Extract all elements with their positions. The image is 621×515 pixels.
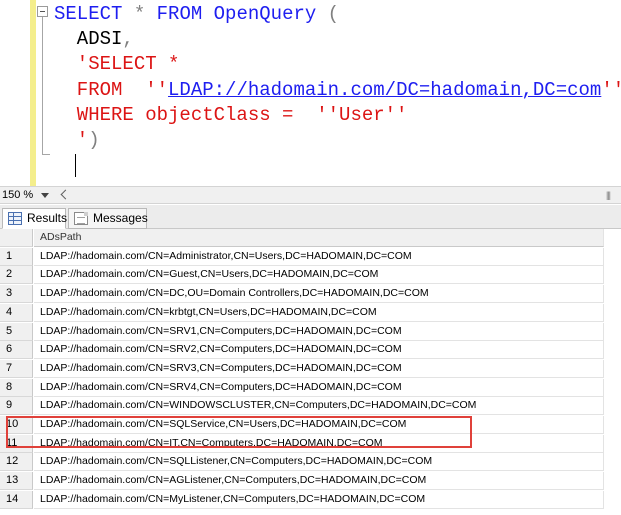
adspath-cell[interactable]: LDAP://hadomain.com/CN=SRV1,CN=Computers… xyxy=(34,322,604,341)
adspath-cell[interactable]: LDAP://hadomain.com/CN=SQLService,CN=Use… xyxy=(34,416,604,434)
collapse-outline-icon[interactable] xyxy=(37,6,48,17)
table-row[interactable]: 9 LDAP://hadomain.com/CN=WINDOWSCLUSTER,C… xyxy=(0,397,621,416)
grid-header-row: ADsPath xyxy=(0,229,621,247)
code-token: WHERE objectClass = ''User'' xyxy=(54,103,408,126)
code-token: LDAP://hadomain.com/DC=hadomain,DC=com xyxy=(168,78,602,101)
code-token: ' xyxy=(54,128,89,151)
adspath-cell[interactable]: LDAP://hadomain.com/CN=krbtgt,CN=Users,D… xyxy=(34,303,604,322)
table-row[interactable]: 2 LDAP://hadomain.com/CN=Guest,CN=Users,D… xyxy=(0,266,621,285)
code-line[interactable]: SELECT * FROM OpenQuery ( xyxy=(54,2,621,27)
tab-messages[interactable]: Messages xyxy=(68,208,148,229)
row-number[interactable]: 2 xyxy=(0,266,33,285)
code-line[interactable]: WHERE objectClass = ''User'' xyxy=(54,103,621,128)
code-line[interactable]: 'SELECT * xyxy=(54,52,621,77)
code-token: , xyxy=(122,28,134,51)
results-tab-bar: Results Messages xyxy=(0,205,621,229)
row-header-corner[interactable] xyxy=(0,229,33,247)
row-number[interactable]: 11 xyxy=(0,434,33,453)
table-row[interactable]: 11 LDAP://hadomain.com/CN=IT,CN=Computers… xyxy=(0,434,621,453)
horizontal-scrollbar[interactable] xyxy=(76,189,596,202)
row-number[interactable]: 5 xyxy=(0,322,33,341)
table-row[interactable]: 1 LDAP://hadomain.com/CN=Administrator,CN… xyxy=(0,247,621,266)
code-token: SELECT xyxy=(54,3,123,25)
code-line[interactable]: ') xyxy=(54,128,621,153)
row-number[interactable]: 14 xyxy=(0,490,33,509)
adspath-cell[interactable]: LDAP://hadomain.com/CN=IT,CN=Computers,D… xyxy=(34,434,604,453)
results-grid[interactable]: ADsPath 1 LDAP://hadomain.com/CN=Administ… xyxy=(0,229,621,515)
zoom-level[interactable]: 150 % xyxy=(2,189,33,201)
row-number[interactable]: 10 xyxy=(0,416,33,434)
table-row[interactable]: 5 LDAP://hadomain.com/CN=SRV1,CN=Computer… xyxy=(0,322,621,341)
query-editor[interactable]: SELECT * FROM OpenQuery ( ADSI, 'SELECT … xyxy=(0,0,621,186)
table-row[interactable]: 3 LDAP://hadomain.com/CN=DC,OU=Domain Con… xyxy=(0,285,621,304)
tab-messages-label: Messages xyxy=(93,211,148,225)
code-token: 'SELECT * xyxy=(54,53,180,76)
row-number[interactable]: 13 xyxy=(0,472,33,491)
adspath-cell[interactable]: LDAP://hadomain.com/CN=AGListener,CN=Com… xyxy=(34,472,604,491)
text-caret xyxy=(75,154,76,177)
table-row[interactable]: 12 LDAP://hadomain.com/CN=SQLListener,CN=… xyxy=(0,453,621,472)
code-token: ) xyxy=(88,128,100,151)
adspath-cell[interactable]: LDAP://hadomain.com/CN=Guest,CN=Users,DC… xyxy=(34,266,604,285)
tab-results-label: Results xyxy=(27,211,68,225)
row-number[interactable]: 6 xyxy=(0,341,33,360)
editor-status-strip: 150 % ||| xyxy=(0,186,621,204)
code-token: * xyxy=(122,3,157,25)
adspath-cell[interactable]: LDAP://hadomain.com/CN=SRV2,CN=Computers… xyxy=(34,341,604,360)
row-number[interactable]: 8 xyxy=(0,378,33,397)
table-row[interactable]: 14 LDAP://hadomain.com/CN=MyListener,CN=C… xyxy=(0,490,621,509)
sql-code[interactable]: SELECT * FROM OpenQuery ( ADSI, 'SELECT … xyxy=(54,2,621,178)
row-number[interactable]: 3 xyxy=(0,285,33,304)
code-line-empty[interactable] xyxy=(54,153,621,178)
code-line[interactable]: FROM ''LDAP://hadomain.com/DC=hadomain,D… xyxy=(54,78,621,103)
table-row[interactable]: 8 LDAP://hadomain.com/CN=SRV4,CN=Computer… xyxy=(0,378,621,397)
table-row[interactable]: 7 LDAP://hadomain.com/CN=SRV3,CN=Computer… xyxy=(0,359,621,378)
table-row[interactable]: 6 LDAP://hadomain.com/CN=SRV2,CN=Computer… xyxy=(0,341,621,360)
scroll-left-icon[interactable] xyxy=(58,188,72,203)
adspath-cell[interactable]: LDAP://hadomain.com/CN=DC,OU=Domain Cont… xyxy=(34,285,604,304)
column-header-adspath[interactable]: ADsPath xyxy=(34,229,604,247)
row-number[interactable]: 9 xyxy=(0,397,33,416)
messages-icon xyxy=(74,212,88,225)
row-number[interactable]: 4 xyxy=(0,303,33,322)
adspath-cell[interactable]: LDAP://hadomain.com/CN=SQLListener,CN=Co… xyxy=(34,453,604,472)
outline-guide-end xyxy=(42,154,50,155)
code-token: ADSI xyxy=(54,28,123,51)
code-token: '' xyxy=(601,78,621,101)
adspath-cell[interactable]: LDAP://hadomain.com/CN=MyListener,CN=Com… xyxy=(34,490,604,509)
code-token: FROM xyxy=(156,3,203,25)
row-number[interactable]: 7 xyxy=(0,359,33,378)
adspath-cell[interactable]: LDAP://hadomain.com/CN=SRV3,CN=Computers… xyxy=(34,359,604,378)
table-row[interactable]: 10 LDAP://hadomain.com/CN=SQLService,CN=U… xyxy=(0,416,621,434)
zoom-dropdown-icon[interactable] xyxy=(38,188,52,203)
code-token: OpenQuery xyxy=(213,3,317,25)
table-row[interactable]: 13 LDAP://hadomain.com/CN=AGListener,CN=C… xyxy=(0,472,621,491)
row-number[interactable]: 12 xyxy=(0,453,33,472)
table-row[interactable]: 4 LDAP://hadomain.com/CN=krbtgt,CN=Users,… xyxy=(0,303,621,322)
results-grid-icon xyxy=(8,212,22,225)
code-token: FROM '' xyxy=(54,78,169,101)
code-line[interactable]: ADSI, xyxy=(54,27,621,52)
tab-results[interactable]: Results xyxy=(2,208,68,229)
adspath-cell[interactable]: LDAP://hadomain.com/CN=WINDOWSCLUSTER,CN… xyxy=(34,397,604,416)
row-number[interactable]: 1 xyxy=(0,247,33,266)
outline-guide xyxy=(42,17,43,155)
code-token: ( xyxy=(316,3,340,25)
adspath-cell[interactable]: LDAP://hadomain.com/CN=Administrator,CN=… xyxy=(34,247,604,266)
scroll-grip-icon[interactable]: ||| xyxy=(606,190,616,200)
adspath-cell[interactable]: LDAP://hadomain.com/CN=SRV4,CN=Computers… xyxy=(34,378,604,397)
changed-lines-indicator xyxy=(30,0,36,186)
